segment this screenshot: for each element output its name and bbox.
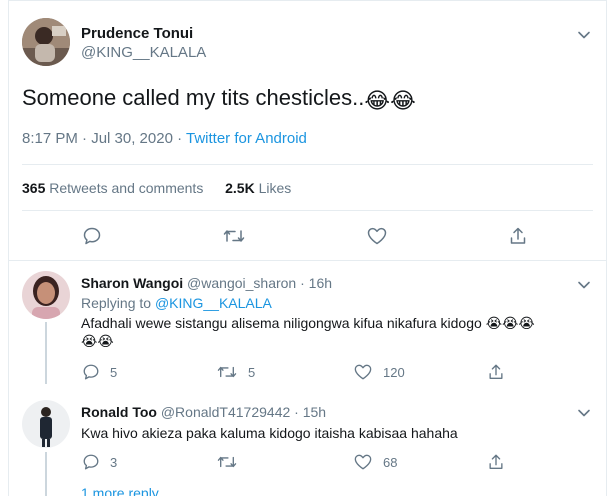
like-count: 120 [383, 364, 405, 380]
tweet-body: Someone called my tits chesticles.. [22, 85, 365, 110]
meta-separator: · [172, 130, 186, 147]
retweet-icon [217, 366, 237, 378]
reply-icon [83, 454, 99, 470]
replying-to-handle[interactable]: @KING__KALALA [155, 295, 272, 311]
reply-count: 5 [110, 364, 118, 380]
reply-author-handle[interactable]: @wangoi_sharon [187, 275, 296, 291]
reply-avatar[interactable] [22, 400, 70, 448]
tweet-source[interactable]: Twitter for Android [186, 130, 307, 147]
reply-time[interactable]: 15h [303, 404, 326, 420]
reply-text-continued: 😭😭 [81, 333, 114, 350]
reply-author-name[interactable]: Ronald Too [81, 404, 157, 420]
reply-action[interactable]: 3 [82, 453, 117, 471]
chevron-down-icon[interactable] [577, 28, 591, 42]
like-action[interactable]: 68 [353, 453, 397, 471]
likes-stat[interactable]: 2.5K Likes [225, 180, 291, 196]
share-icon[interactable] [508, 226, 528, 251]
share-icon[interactable] [487, 363, 505, 381]
retweet-action[interactable]: 5 [216, 363, 255, 381]
tweet-timestamp[interactable]: 8:17 PM · Jul 30, 2020 [22, 130, 173, 147]
dot-separator: · [300, 275, 305, 291]
dot-separator: · [294, 404, 299, 420]
emoji-crying: 😭 [81, 333, 98, 349]
emoji-crying: 😭 [502, 315, 519, 331]
emoji-laughing-tears: 😂 [390, 88, 416, 113]
reply-header: Sharon Wangoi @wangoi_sharon · 16h [81, 275, 332, 291]
like-icon [354, 364, 372, 380]
reply-icon[interactable] [82, 226, 102, 251]
divider [22, 210, 593, 211]
likes-count: 2.5K [225, 180, 255, 196]
chevron-down-icon[interactable] [577, 406, 591, 420]
retweets-stat[interactable]: 365 Retweets and comments [22, 180, 203, 196]
tweet-page: Prudence Tonui @KING__KALALA Someone cal… [0, 0, 615, 496]
emoji-crying: 😭 [97, 333, 114, 349]
retweet-icon [217, 456, 237, 468]
more-replies-link[interactable]: 1 more reply [81, 485, 159, 496]
retweet-count: 5 [248, 364, 256, 380]
retweet-action[interactable] [216, 453, 248, 471]
replying-to-label: Replying to [81, 295, 152, 311]
share-icon[interactable] [487, 453, 505, 471]
emoji-laughing-tears: 😂 [364, 88, 391, 113]
retweets-label: Retweets and comments [49, 180, 204, 196]
thread-connector [45, 452, 47, 496]
emoji-crying: 😭 [485, 315, 503, 331]
tweet-text: Someone called my tits chesticles..😂😂 [22, 85, 416, 114]
like-count: 68 [383, 454, 398, 470]
tweet-meta: 8:17 PM · Jul 30, 2020 · Twitter for And… [22, 130, 307, 147]
emoji-crying: 😭 [518, 315, 535, 331]
divider [8, 260, 607, 261]
tweet-stats: 365 Retweets and comments 2.5K Likes [22, 180, 291, 196]
reply-text: Kwa hivo akieza paka kaluma kidogo itais… [81, 425, 458, 441]
reply-author-handle[interactable]: @RonaldT41729442 [161, 404, 290, 420]
reply-header: Ronald Too @RonaldT41729442 · 15h [81, 404, 326, 420]
thread-connector [45, 322, 47, 384]
like-icon[interactable] [366, 226, 388, 251]
top-divider [8, 0, 607, 10]
retweets-count: 365 [22, 180, 46, 196]
reply-author-name[interactable]: Sharon Wangoi [81, 275, 183, 291]
like-icon [354, 454, 372, 470]
likes-label: Likes [258, 180, 292, 196]
retweet-icon[interactable] [222, 226, 246, 251]
replying-to: Replying to @KING__KALALA [81, 295, 272, 311]
like-action[interactable]: 120 [353, 363, 405, 381]
reply-action[interactable]: 5 [82, 363, 117, 381]
divider [22, 164, 593, 165]
reply-time[interactable]: 16h [309, 275, 332, 291]
author-name[interactable]: Prudence Tonui [81, 25, 193, 42]
reply-count: 3 [110, 454, 118, 470]
chevron-down-icon[interactable] [577, 278, 591, 292]
reply-avatar[interactable] [22, 271, 70, 319]
author-avatar[interactable] [22, 18, 70, 66]
reply-body: Afadhali wewe sistangu alisema niligongw… [81, 315, 482, 331]
reply-text: Afadhali wewe sistangu alisema niligongw… [81, 315, 535, 332]
reply-icon [83, 364, 99, 380]
author-handle[interactable]: @KING__KALALA [81, 44, 206, 61]
